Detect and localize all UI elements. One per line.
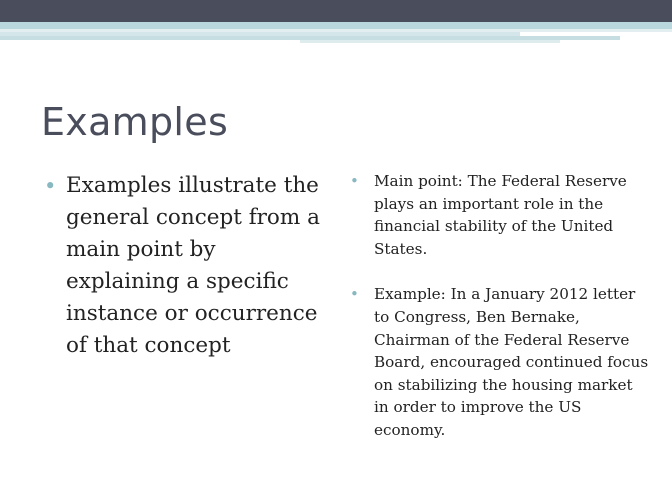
- bullet-item-main-point: • Main point: The Federal Reserve plays …: [350, 170, 652, 260]
- header-stripe: [300, 40, 560, 43]
- bullet-text: Example: In a January 2012 letter to Con…: [374, 285, 649, 439]
- bullet-text: Examples illustrate the general concept …: [66, 173, 320, 358]
- header-band: [0, 0, 672, 22]
- bullet-icon: •: [350, 172, 359, 190]
- left-content: • Examples illustrate the general concep…: [40, 170, 330, 362]
- bullet-icon: •: [350, 285, 359, 304]
- bullet-item-example: • Example: In a January 2012 letter to C…: [350, 283, 652, 441]
- bullet-icon: •: [44, 174, 57, 198]
- bullet-text: Main point: The Federal Reserve plays an…: [374, 172, 627, 258]
- bullet-item: • Examples illustrate the general concep…: [40, 170, 330, 362]
- header-stripe: [0, 22, 672, 29]
- slide-title: Examples: [41, 100, 229, 144]
- right-content: • Main point: The Federal Reserve plays …: [350, 170, 652, 442]
